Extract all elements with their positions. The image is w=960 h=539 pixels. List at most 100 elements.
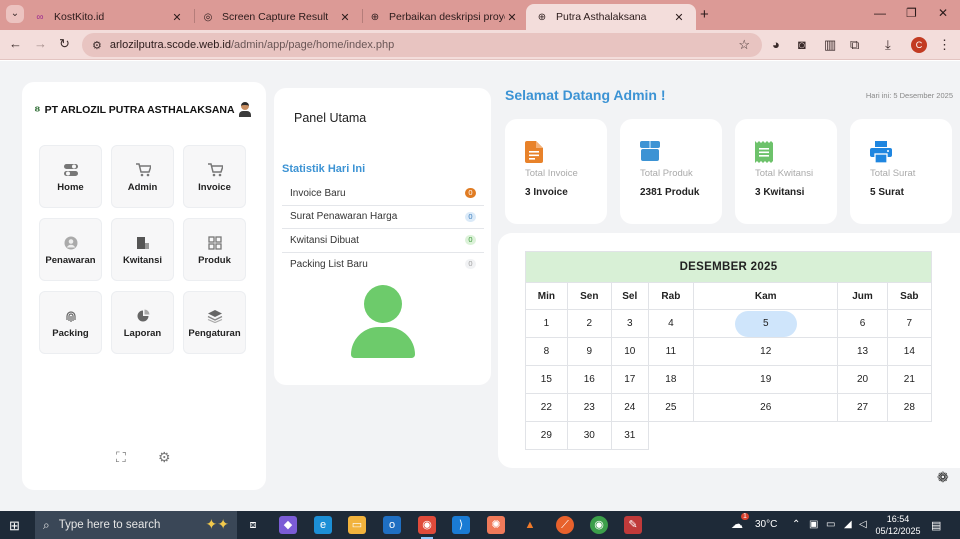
calendar-day[interactable]: 16 [566, 365, 612, 394]
app-mountain-icon[interactable]: ▲ [521, 516, 539, 534]
calendar-day[interactable]: 6 [837, 309, 888, 338]
menu-pengaturan[interactable]: Pengaturan [183, 291, 246, 354]
cookie-extension-icon[interactable]: ◕ [772, 37, 780, 52]
battery-icon[interactable]: ▭ [826, 519, 835, 530]
settings-gear-icon[interactable]: ⚙ [158, 449, 171, 466]
calendar-day[interactable]: 30 [566, 421, 612, 450]
forward-arrow-icon[interactable]: → [34, 36, 47, 51]
extensions-puzzle-icon[interactable]: ⧉ [850, 37, 859, 53]
tab-search-button[interactable]: ⌄ [6, 5, 24, 23]
calendar-day[interactable]: 10 [610, 337, 649, 366]
browser-tab-putra-asthalaksana[interactable]: ⊕ Putra Asthalaksana ✕ [526, 4, 696, 30]
stat-row-kwitansi[interactable]: Kwitansi Dibuat 0 [282, 229, 484, 253]
file-explorer-icon[interactable]: ▭ [348, 516, 366, 534]
calendar-day[interactable]: 17 [610, 365, 649, 394]
card-total-produk[interactable]: Total Produk 2381 Produk [620, 119, 722, 224]
menu-kebab-icon[interactable]: ⋮ [938, 37, 951, 53]
outlook-icon[interactable]: o [383, 516, 401, 534]
calendar-day[interactable]: 15 [525, 365, 568, 394]
notification-icon[interactable]: ▤ [931, 519, 941, 532]
calendar-day[interactable]: 4 [647, 309, 695, 338]
stat-row-penawaran[interactable]: Surat Penawaran Harga 0 [282, 206, 484, 229]
calendar-day[interactable]: 29 [525, 421, 568, 450]
card-total-invoice[interactable]: Total Invoice 3 Invoice [505, 119, 607, 224]
edge-icon[interactable]: e [314, 516, 332, 534]
calendar-day[interactable]: 1 [525, 309, 568, 338]
task-view-icon[interactable]: ⧈ [244, 516, 262, 534]
calendar-day[interactable]: 7 [886, 309, 933, 338]
calendar-day[interactable]: 23 [566, 393, 612, 422]
calendar-day[interactable]: 31 [610, 421, 649, 450]
menu-admin[interactable]: Admin [111, 145, 174, 208]
windows-start-icon[interactable]: ⊞ [9, 518, 20, 534]
browser-tab-perbaikan[interactable]: ⊕ Perbaikan deskripsi proyek ✕ [359, 4, 529, 30]
close-icon[interactable]: ✕ [170, 11, 184, 24]
stat-row-invoice[interactable]: Invoice Baru 0 [282, 182, 484, 206]
floating-extension-icon[interactable]: ❁ [937, 469, 949, 486]
trash-extension-icon[interactable]: ▥ [824, 37, 836, 53]
camera-extension-icon[interactable]: ◙ [798, 37, 806, 52]
browser-tab-kostkito[interactable]: ∞ KostKito.id ✕ [24, 4, 194, 30]
calendar-day[interactable]: 28 [886, 393, 933, 422]
window-close-icon[interactable]: ✕ [938, 6, 948, 20]
calendar-day[interactable]: 8 [525, 337, 568, 366]
calendar-day[interactable]: 14 [886, 337, 933, 366]
card-total-surat[interactable]: Total Surat 5 Surat [850, 119, 952, 224]
tray-chevron-icon[interactable]: ⌃ [792, 519, 800, 530]
calendar-day[interactable]: 20 [837, 365, 888, 394]
chrome-icon[interactable]: ◉ [418, 516, 436, 539]
address-bar[interactable]: ⚙ arlozilputra.scode.web.id/admin/app/pa… [82, 33, 762, 57]
restore-icon[interactable]: ❐ [906, 6, 917, 20]
new-tab-button[interactable]: + [700, 6, 709, 23]
calendar-day[interactable]: 21 [886, 365, 933, 394]
app-round-icon[interactable]: ⟋ [556, 516, 574, 534]
calendar-day[interactable]: 24 [610, 393, 649, 422]
calendar-day[interactable]: 25 [647, 393, 695, 422]
calendar-day[interactable]: 13 [837, 337, 888, 366]
close-icon[interactable]: ✕ [338, 11, 352, 24]
menu-home[interactable]: Home [39, 145, 102, 208]
clock[interactable]: 16:54 05/12/2025 [872, 513, 924, 537]
minimize-icon[interactable]: — [874, 6, 886, 20]
volume-icon[interactable]: ◁ [859, 519, 867, 530]
menu-penawaran[interactable]: Penawaran [39, 218, 102, 281]
calendar-day[interactable]: 18 [647, 365, 695, 394]
menu-laporan[interactable]: Laporan [111, 291, 174, 354]
fullscreen-icon[interactable]: ⛶ [116, 449, 126, 466]
vscode-icon[interactable]: ⟩ [452, 516, 470, 534]
app-burst-icon[interactable]: ✺ [487, 516, 505, 534]
card-total-kwitansi[interactable]: Total Kwitansi 3 Kwitansi [735, 119, 837, 224]
admin-avatar[interactable] [238, 102, 252, 118]
site-info-icon[interactable]: ⚙ [92, 39, 102, 52]
close-icon[interactable]: ✕ [505, 11, 519, 24]
menu-invoice[interactable]: Invoice [183, 145, 246, 208]
day-number: 24 [624, 402, 636, 413]
wifi-icon[interactable]: ◢ [844, 519, 852, 530]
menu-kwitansi[interactable]: Kwitansi [111, 218, 174, 281]
calendar-day[interactable]: 12 [693, 337, 839, 366]
calendar-day[interactable]: 3 [610, 309, 649, 338]
calendar-day[interactable]: 22 [525, 393, 568, 422]
stat-row-packing[interactable]: Packing List Baru 0 [282, 253, 484, 277]
back-arrow-icon[interactable]: ← [9, 36, 22, 51]
profile-avatar[interactable]: C [911, 37, 927, 53]
taskbar-search[interactable]: ⌕ Type here to search ✦✦ [35, 511, 237, 539]
copilot-icon[interactable]: ◆ [279, 516, 297, 534]
menu-produk[interactable]: Produk [183, 218, 246, 281]
chrome-secondary-icon[interactable]: ◉ [590, 516, 608, 534]
app-tool-icon[interactable]: ✎ [624, 516, 642, 534]
calendar-day[interactable]: 26 [693, 393, 839, 422]
calendar-day[interactable]: 2 [566, 309, 612, 338]
calendar-day[interactable]: 27 [837, 393, 888, 422]
menu-packing[interactable]: Packing [39, 291, 102, 354]
browser-tab-screen-capture[interactable]: ◎ Screen Capture Result ✕ [192, 4, 362, 30]
calendar-day-today[interactable]: 5 [693, 309, 839, 338]
reload-icon[interactable]: ↻ [59, 36, 70, 52]
bookmark-star-icon[interactable]: ☆ [738, 37, 750, 53]
download-icon[interactable]: ⤓ [885, 37, 891, 53]
calendar-day[interactable]: 9 [566, 337, 612, 366]
close-icon[interactable]: ✕ [672, 11, 686, 24]
calendar-day[interactable]: 19 [693, 365, 839, 394]
meet-now-icon[interactable]: ▣ [809, 519, 818, 530]
calendar-day[interactable]: 11 [647, 337, 695, 366]
